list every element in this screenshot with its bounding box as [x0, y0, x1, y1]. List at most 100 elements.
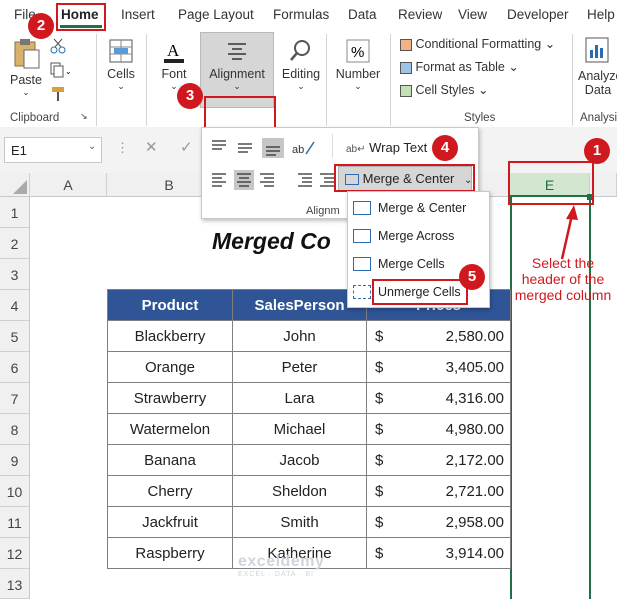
salesperson-cell[interactable]: John: [232, 320, 367, 352]
step-badge-5: 5: [459, 264, 485, 290]
horizontal-align-icons[interactable]: [210, 170, 350, 190]
currency-symbol: $: [375, 389, 384, 407]
alignment-group-label: Alignm: [306, 205, 340, 217]
check-icon[interactable]: ✓: [180, 138, 193, 156]
tab-review[interactable]: Review: [398, 7, 442, 22]
watermark: exceldemy EXCEL · DATA · BI: [238, 553, 324, 578]
price-cell[interactable]: $2,172.00: [366, 444, 511, 476]
salesperson-cell[interactable]: Michael: [232, 413, 367, 445]
product-cell[interactable]: Strawberry: [107, 382, 233, 414]
price-cell[interactable]: $4,980.00: [366, 413, 511, 445]
number-button[interactable]: % Number ⌄: [334, 38, 382, 92]
clipboard-group-label: Clipboard: [10, 112, 60, 124]
row-header[interactable]: 8: [0, 414, 30, 445]
product-cell[interactable]: Banana: [107, 444, 233, 476]
row-header[interactable]: 13: [0, 569, 30, 599]
tab-view[interactable]: View: [458, 7, 487, 22]
cells-label: Cells: [107, 67, 135, 81]
salesperson-cell[interactable]: Sheldon: [232, 475, 367, 507]
annotation-text: Select the header of the merged column: [514, 255, 612, 303]
styles-group-label: Styles: [464, 112, 496, 124]
row-header[interactable]: 4: [0, 290, 30, 321]
product-cell[interactable]: Blackberry: [107, 320, 233, 352]
sheet-title[interactable]: Merged Co: [212, 228, 331, 255]
wrap-text-icon: ab↵: [346, 144, 366, 155]
salesperson-cell[interactable]: Smith: [232, 506, 367, 538]
row-header[interactable]: 11: [0, 507, 30, 538]
dialog-launcher-icon[interactable]: ↘: [80, 111, 88, 122]
step-badge-2: 2: [28, 13, 54, 39]
select-all-corner[interactable]: [0, 173, 30, 197]
price-cell[interactable]: $3,914.00: [366, 537, 511, 569]
name-box-dropdown-icon[interactable]: ⌄: [88, 141, 96, 152]
row-header[interactable]: 7: [0, 383, 30, 414]
header-product[interactable]: Product: [107, 289, 233, 321]
cancel-icon[interactable]: ✕: [145, 138, 158, 156]
price-cell[interactable]: $3,405.00: [366, 351, 511, 383]
product-cell[interactable]: Cherry: [107, 475, 233, 507]
separator: [326, 34, 327, 126]
tab-help[interactable]: Help: [587, 7, 615, 22]
wrap-text-button[interactable]: ab↵ Wrap Text: [346, 140, 427, 155]
salesperson-cell[interactable]: Peter: [232, 351, 367, 383]
row-header[interactable]: 2: [0, 228, 30, 259]
product-cell[interactable]: Jackfruit: [107, 506, 233, 538]
format-painter-icon[interactable]: [50, 86, 68, 102]
menu-item-merge-center[interactable]: Merge & Center: [348, 196, 489, 220]
orientation-icon[interactable]: ab: [290, 138, 318, 158]
annotation-arrow-icon: [560, 205, 578, 260]
column-header-f[interactable]: [590, 173, 617, 197]
paste-button[interactable]: Paste ⌄: [8, 38, 44, 98]
cell-styles-icon: [400, 84, 412, 97]
analyze-data-button[interactable]: Analyze Data: [578, 36, 617, 97]
separator: [146, 34, 147, 126]
row-header[interactable]: 12: [0, 538, 30, 569]
price-cell[interactable]: $2,721.00: [366, 475, 511, 507]
tab-insert[interactable]: Insert: [121, 7, 155, 22]
editing-button[interactable]: Editing ⌄: [280, 38, 322, 92]
cells-button[interactable]: Cells ⌄: [104, 38, 138, 92]
currency-symbol: $: [375, 420, 384, 438]
column-header-a[interactable]: A: [30, 173, 107, 197]
product-cell[interactable]: Watermelon: [107, 413, 233, 445]
cut-icon[interactable]: [50, 38, 66, 54]
table-row: Watermelon Michael $4,980.00: [107, 413, 511, 445]
table-row: Orange Peter $3,405.00: [107, 351, 511, 383]
currency-symbol: $: [375, 358, 384, 376]
row-header[interactable]: 9: [0, 445, 30, 476]
menu-item-label: Merge & Center: [378, 201, 467, 215]
row-header[interactable]: 10: [0, 476, 30, 507]
analyze-label: Analyze: [578, 69, 617, 83]
row-header[interactable]: 1: [0, 197, 30, 228]
table-row: Jackfruit Smith $2,958.00: [107, 506, 511, 538]
svg-text:%: %: [351, 44, 364, 61]
salesperson-cell[interactable]: Jacob: [232, 444, 367, 476]
price-cell[interactable]: $2,958.00: [366, 506, 511, 538]
price-cell[interactable]: $4,316.00: [366, 382, 511, 414]
product-cell[interactable]: Raspberry: [107, 537, 233, 569]
tab-page-layout[interactable]: Page Layout: [178, 7, 254, 22]
table-row: Blackberry John $2,580.00: [107, 320, 511, 352]
font-label: Font: [161, 67, 187, 81]
cell-styles-button[interactable]: Cell Styles ⌄: [400, 82, 488, 97]
salesperson-cell[interactable]: Lara: [232, 382, 367, 414]
svg-text:ab: ab: [292, 144, 304, 156]
unmerge-cells-icon: [353, 285, 371, 299]
conditional-formatting-button[interactable]: Conditional Formatting ⌄: [400, 36, 555, 51]
analyze-data-label: Data: [584, 83, 612, 97]
tab-data[interactable]: Data: [348, 7, 377, 22]
merge-center-highlight: [334, 164, 475, 192]
row-header[interactable]: 6: [0, 352, 30, 383]
copy-icon[interactable]: ⌄: [50, 62, 72, 78]
row-header[interactable]: 5: [0, 321, 30, 352]
percent-icon: %: [346, 39, 370, 63]
svg-text:A: A: [167, 41, 180, 60]
tab-formulas[interactable]: Formulas: [273, 7, 329, 22]
price-cell[interactable]: $2,580.00: [366, 320, 511, 352]
menu-item-merge-across[interactable]: Merge Across: [348, 224, 489, 248]
tab-developer[interactable]: Developer: [507, 7, 569, 22]
row-header[interactable]: 3: [0, 259, 30, 290]
format-as-table-button[interactable]: Format as Table ⌄: [400, 59, 519, 74]
product-cell[interactable]: Orange: [107, 351, 233, 383]
vertical-align-icons[interactable]: [210, 138, 300, 158]
